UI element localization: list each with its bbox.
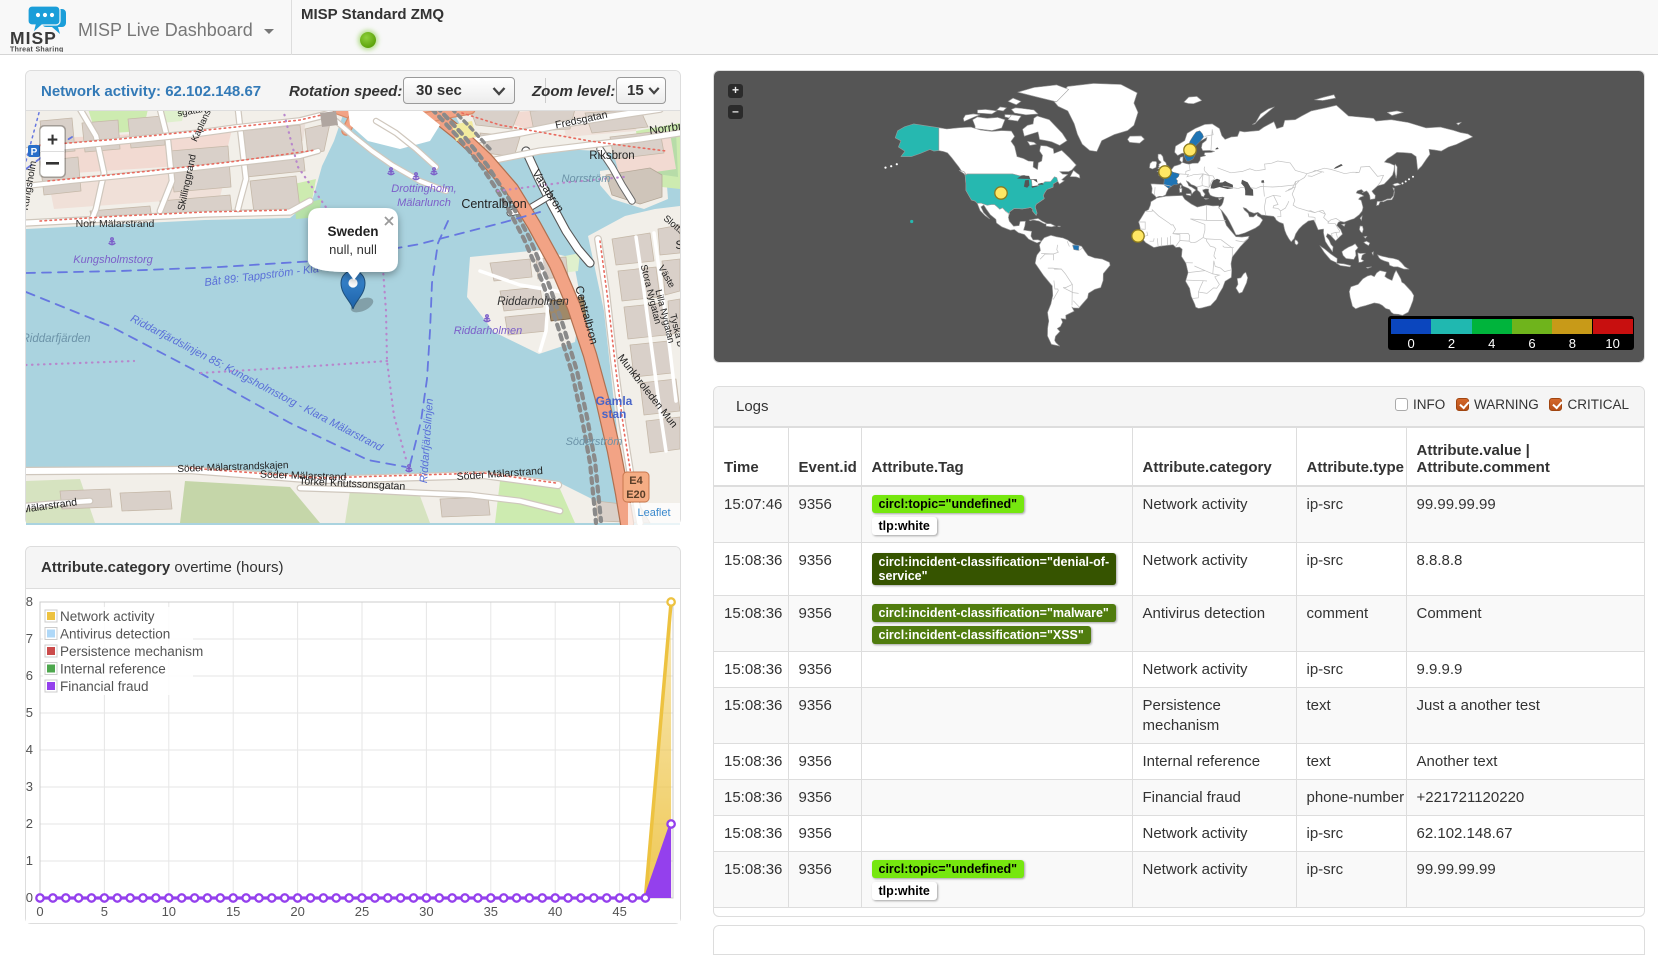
svg-text:40: 40 [548, 904, 562, 919]
svg-text:P: P [31, 147, 38, 158]
svg-text:Norrström: Norrström [562, 173, 611, 185]
svg-text:6: 6 [26, 668, 33, 683]
svg-text:2: 2 [26, 816, 33, 831]
svg-text:Mälarlunch: Mälarlunch [397, 197, 451, 209]
svg-text:Threat Sharing: Threat Sharing [10, 47, 64, 53]
svg-text:7: 7 [26, 631, 33, 646]
svg-text:30: 30 [419, 904, 433, 919]
svg-text:3: 3 [26, 779, 33, 794]
svg-text:+: + [47, 130, 58, 151]
svg-text:E4: E4 [629, 475, 643, 487]
svg-text:Antivirus detection: Antivirus detection [60, 627, 170, 642]
svg-text:20: 20 [290, 904, 304, 919]
svg-text:Financial fraud: Financial fraud [60, 679, 149, 694]
svg-text:Gamla: Gamla [596, 394, 633, 408]
svg-text:stan: stan [602, 407, 627, 421]
svg-text:Sweden: Sweden [327, 224, 378, 239]
svg-text:Kungsholmstorg: Kungsholmstorg [73, 254, 153, 266]
svg-text:Persistence mechanism: Persistence mechanism [60, 644, 203, 659]
svg-text:35: 35 [484, 904, 498, 919]
svg-text:15: 15 [226, 904, 240, 919]
svg-text:0: 0 [26, 890, 33, 905]
svg-text:Centralbron: Centralbron [461, 197, 526, 211]
svg-text:St: St [675, 238, 680, 252]
svg-text:Riddarfjärden: Riddarfjärden [26, 333, 91, 345]
svg-text:Söderström: Söderström [566, 436, 623, 448]
svg-text:Drottingholm,: Drottingholm, [391, 183, 456, 195]
svg-text:8: 8 [26, 594, 33, 609]
svg-text:Riddarholmen: Riddarholmen [497, 296, 569, 308]
svg-text:0: 0 [36, 904, 43, 919]
svg-text:5: 5 [101, 904, 108, 919]
svg-text:Riksbron: Riksbron [589, 150, 634, 162]
svg-text:25: 25 [355, 904, 369, 919]
svg-text:Internal reference: Internal reference [60, 662, 166, 677]
svg-text:Network activity: Network activity [60, 609, 155, 624]
svg-text:MISP: MISP [10, 28, 57, 48]
svg-text:10: 10 [162, 904, 176, 919]
svg-text:null, null: null, null [329, 242, 377, 257]
svg-text:Norr Mälarstrand: Norr Mälarstrand [76, 218, 155, 230]
svg-text:E20: E20 [626, 489, 646, 501]
svg-text:1: 1 [26, 853, 33, 868]
svg-text:4: 4 [26, 742, 33, 757]
svg-text:45: 45 [612, 904, 626, 919]
svg-text:5: 5 [26, 705, 33, 720]
svg-text:Leaflet: Leaflet [637, 507, 670, 519]
svg-text:Riddarholmen: Riddarholmen [454, 325, 522, 337]
